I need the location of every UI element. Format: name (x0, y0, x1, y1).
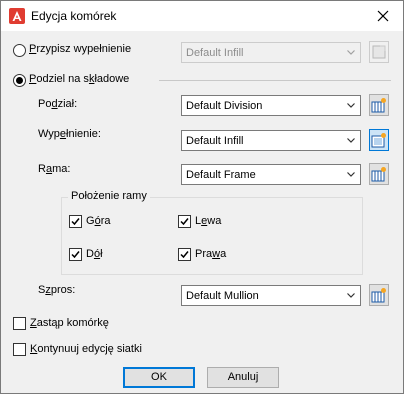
frame-position-group (61, 197, 363, 275)
division-label: Podział: (38, 98, 78, 110)
division-select[interactable]: Default Division (181, 95, 361, 116)
subdivide-separator (159, 80, 391, 81)
cell-edit-dialog: Edycja komórek Przypisz wypełnienie Defa… (0, 0, 404, 394)
close-button[interactable] (363, 1, 403, 31)
replace-cell-checkbox[interactable] (13, 317, 26, 330)
checkmark-icon (71, 218, 80, 226)
frame-top-label[interactable]: Góra (86, 215, 110, 227)
cancel-button[interactable]: Anuluj (207, 367, 279, 388)
checkmark-icon (180, 218, 189, 226)
infill-style-icon (371, 133, 386, 148)
frame-select-value: Default Frame (186, 169, 256, 181)
division-select-value: Default Division (186, 100, 263, 112)
assign-infill-style-button[interactable] (369, 41, 389, 63)
frame-left-label[interactable]: Lewa (195, 215, 221, 227)
frame-position-title: Położenie ramy (68, 190, 150, 202)
continue-grid-edit-checkbox[interactable] (13, 343, 26, 356)
mullion-style-icon (371, 288, 386, 303)
mullion-style-button[interactable] (369, 284, 389, 306)
subdivide-label[interactable]: Podziel na składowe (29, 73, 129, 85)
mullion-select-value: Default Mullion (186, 290, 259, 302)
close-icon (377, 10, 389, 22)
chevron-down-icon (347, 172, 355, 177)
frame-right-checkbox[interactable] (178, 248, 191, 261)
subdivide-radio[interactable] (13, 74, 26, 87)
frame-bottom-label[interactable]: Dół (86, 248, 103, 260)
division-style-icon (371, 98, 386, 113)
checkmark-icon (71, 251, 80, 259)
frame-left-checkbox[interactable] (178, 215, 191, 228)
mullion-label: Szpros: (38, 284, 76, 296)
title-bar: Edycja komórek (1, 1, 403, 31)
frame-label: Rama: (38, 163, 71, 175)
frame-style-button[interactable] (369, 163, 389, 185)
checkmark-icon (180, 251, 189, 259)
assign-infill-select[interactable]: Default Infill (181, 42, 361, 63)
ok-button[interactable]: OK (123, 367, 195, 388)
frame-top-checkbox[interactable] (69, 215, 82, 228)
window-title: Edycja komórek (31, 9, 117, 23)
chevron-down-icon (347, 293, 355, 298)
frame-right-label[interactable]: Prawa (195, 248, 226, 260)
assign-infill-select-value: Default Infill (186, 47, 244, 59)
infill-select[interactable]: Default Infill (181, 130, 361, 151)
chevron-down-icon (347, 138, 355, 143)
frame-select[interactable]: Default Frame (181, 164, 361, 185)
infill-label: Wypełnienie: (38, 128, 101, 140)
assign-infill-radio[interactable] (13, 44, 26, 57)
autocad-a-icon (9, 8, 25, 24)
infill-style-button[interactable] (369, 129, 389, 151)
division-style-button[interactable] (369, 94, 389, 116)
mullion-select[interactable]: Default Mullion (181, 285, 361, 306)
assign-infill-label[interactable]: Przypisz wypełnienie (29, 43, 131, 55)
chevron-down-icon (347, 103, 355, 108)
continue-grid-edit-label[interactable]: Kontynuuj edycję siatki (30, 343, 142, 355)
replace-cell-label[interactable]: Zastąp komórkę (30, 317, 109, 329)
chevron-down-icon (347, 50, 355, 55)
infill-select-value: Default Infill (186, 135, 244, 147)
frame-bottom-checkbox[interactable] (69, 248, 82, 261)
frame-style-icon (371, 167, 386, 182)
style-manager-icon (372, 45, 386, 59)
